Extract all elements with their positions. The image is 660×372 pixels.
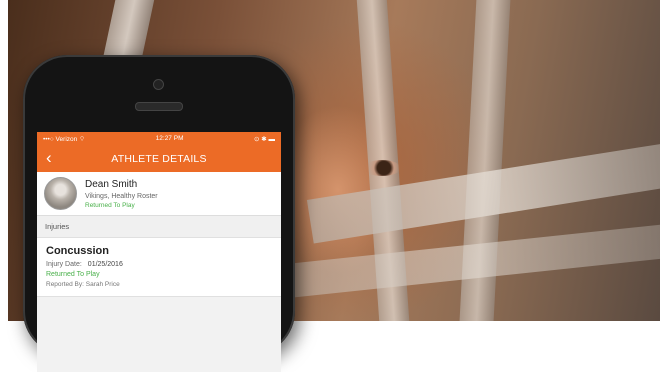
avatar [44, 177, 77, 210]
section-header-injuries: Injuries [37, 216, 281, 237]
injury-date: Injury Date: 01/25/2016 [46, 261, 123, 268]
injury-date-value: 01/25/2016 [87, 261, 123, 268]
injury-status: Returned To Play [46, 271, 100, 278]
nav-bar: ‹ ATHLETE DETAILS [37, 145, 281, 172]
page-title: ATHLETE DETAILS [111, 152, 207, 165]
injury-reported-by: Reported By: Sarah Price [46, 281, 120, 288]
athlete-card: Dean Smith Vikings, Healthy Roster Retur… [37, 172, 281, 216]
athlete-team: Vikings, Healthy Roster [85, 193, 158, 200]
earpiece-speaker [135, 102, 183, 111]
back-chevron-icon[interactable]: ‹ [46, 149, 52, 166]
battery-icon: ⊙ ✱ ▬ [253, 135, 275, 143]
app-screen: •••○ Verizon ⌔ 12:27 PM ⊙ ✱ ▬ ‹ ATHLETE … [37, 132, 281, 372]
status-badge: Returned To Play [85, 202, 135, 209]
athlete-eye [363, 160, 401, 176]
status-bar: •••○ Verizon ⌔ 12:27 PM ⊙ ✱ ▬ [37, 132, 281, 145]
injury-date-label: Injury Date: [46, 261, 82, 268]
carrier-signal: •••○ Verizon ⌔ [43, 136, 86, 143]
front-camera [153, 79, 164, 90]
phone-device: •••○ Verizon ⌔ 12:27 PM ⊙ ✱ ▬ ‹ ATHLETE … [23, 55, 295, 372]
helmet-cage-bar [247, 222, 660, 302]
athlete-name: Dean Smith [85, 179, 138, 190]
list-item[interactable]: Concussion Injury Date: 01/25/2016 Return… [37, 237, 281, 297]
status-time: 12:27 PM [155, 135, 184, 142]
injury-title: Concussion [46, 245, 109, 257]
